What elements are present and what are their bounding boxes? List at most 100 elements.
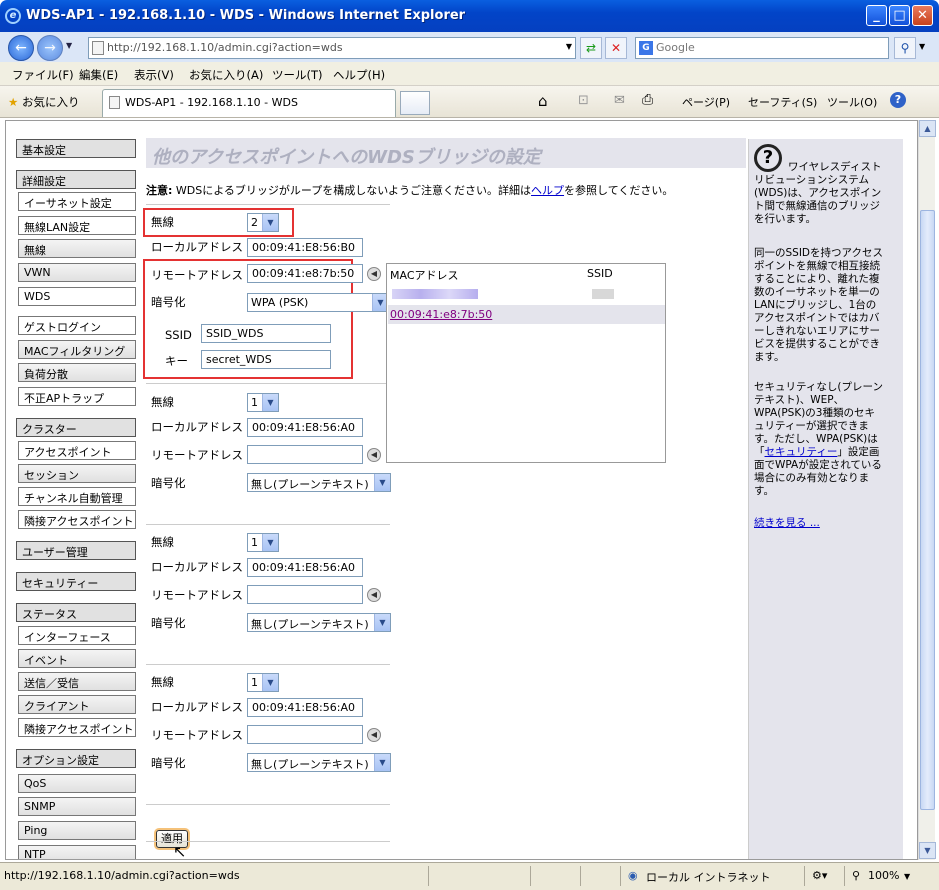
address-bar[interactable]: http://192.168.1.10/admin.cgi?action=wds bbox=[88, 37, 576, 59]
scroll-thumb[interactable] bbox=[920, 210, 935, 810]
key-field[interactable]: secret_WDS bbox=[201, 350, 331, 369]
sidebar-item-events[interactable]: イベント bbox=[18, 649, 136, 668]
sidebar-item-advanced[interactable]: 詳細設定 bbox=[16, 170, 136, 189]
radio-select-1[interactable]: 2 ▼ bbox=[247, 213, 279, 232]
radio-select-2[interactable]: 1 ▼ bbox=[247, 393, 279, 412]
menu-view[interactable]: 表示(V) bbox=[134, 67, 174, 83]
encryption-select-3[interactable]: 無し(プレーンテキスト) ▼ bbox=[247, 613, 391, 632]
sidebar-item-wireless[interactable]: 無線 bbox=[18, 239, 136, 258]
sidebar-item-neighbor-ap-status[interactable]: 隣接アクセスポイント bbox=[18, 718, 136, 737]
mac-address-list[interactable]: MACアドレス SSID 00:09:41:e8:7b:50 bbox=[386, 263, 666, 463]
sidebar-item-wds[interactable]: WDS bbox=[18, 287, 136, 306]
scroll-down-button[interactable]: ▼ bbox=[919, 842, 936, 859]
arrow-left-icon[interactable]: ◀ bbox=[367, 728, 381, 742]
security-link[interactable]: セキュリティー bbox=[765, 446, 838, 458]
stop-button[interactable]: ✕ bbox=[605, 37, 627, 59]
sidebar-item-guest-login[interactable]: ゲストログイン bbox=[18, 316, 136, 335]
sidebar-item-user-mgmt[interactable]: ユーザー管理 bbox=[16, 541, 136, 560]
zoom-level[interactable]: 100% bbox=[868, 869, 899, 882]
sidebar-item-mac-filter[interactable]: MACフィルタリング bbox=[18, 340, 136, 359]
sidebar-item-security[interactable]: セキュリティー bbox=[16, 572, 136, 591]
local-address-field-1[interactable]: 00:09:41:E8:56:B0 bbox=[247, 238, 363, 257]
refresh-button[interactable]: ⇄ bbox=[580, 37, 602, 59]
menu-file[interactable]: ファイル(F) bbox=[12, 67, 74, 83]
sidebar-item-snmp[interactable]: SNMP bbox=[18, 797, 136, 816]
protected-mode-icon[interactable]: ⚙▾ bbox=[812, 869, 827, 882]
local-address-field-3[interactable]: 00:09:41:E8:56:A0 bbox=[247, 558, 363, 577]
mac-list-item-selected[interactable]: 00:09:41:e8:7b:50 bbox=[388, 305, 665, 324]
sidebar-item-neighbor-ap[interactable]: 隣接アクセスポイント bbox=[18, 510, 136, 529]
tools-menu[interactable]: ツール(O) bbox=[827, 94, 877, 110]
radio-select-3[interactable]: 1 ▼ bbox=[247, 533, 279, 552]
read-more-link[interactable]: 続きを見る ... bbox=[754, 517, 820, 529]
back-button[interactable]: ← bbox=[8, 35, 34, 61]
divider bbox=[620, 866, 621, 886]
arrow-left-icon[interactable]: ◀ bbox=[367, 588, 381, 602]
sidebar-item-vwn[interactable]: VWN bbox=[18, 263, 136, 282]
sidebar-item-interfaces[interactable]: インターフェース bbox=[18, 626, 136, 645]
remote-address-field-2[interactable] bbox=[247, 445, 363, 464]
help-icon[interactable]: ? bbox=[890, 92, 906, 108]
help-link[interactable]: ヘルプ bbox=[531, 184, 564, 197]
encryption-select-4[interactable]: 無し(プレーンテキスト) ▼ bbox=[247, 753, 391, 772]
scroll-up-button[interactable]: ▲ bbox=[919, 120, 936, 137]
sidebar-item-load-balance[interactable]: 負荷分散 bbox=[18, 363, 136, 382]
encryption-select-1[interactable]: WPA (PSK) ▼ bbox=[247, 293, 389, 312]
mail-icon[interactable]: ✉ bbox=[614, 93, 625, 108]
ssid-field[interactable]: SSID_WDS bbox=[201, 324, 331, 343]
search-button[interactable]: ⚲ bbox=[894, 37, 916, 59]
search-input[interactable]: G Google bbox=[635, 37, 889, 59]
status-url: http://192.168.1.10/admin.cgi?action=wds bbox=[4, 869, 240, 882]
sidebar-item-basic[interactable]: 基本設定 bbox=[16, 139, 136, 158]
sidebar-item-cluster[interactable]: クラスター bbox=[16, 418, 136, 437]
sidebar-item-wlan[interactable]: 無線LAN設定 bbox=[18, 216, 136, 235]
favorites-button[interactable]: ★ お気に入り bbox=[8, 94, 79, 110]
remote-address-field-4[interactable] bbox=[247, 725, 363, 744]
sidebar-item-ntp[interactable]: NTP bbox=[18, 845, 136, 859]
sidebar-item-options[interactable]: オプション設定 bbox=[16, 749, 136, 768]
zoom-dropdown-icon[interactable]: ▼ bbox=[904, 872, 910, 881]
menu-help[interactable]: ヘルプ(H) bbox=[333, 67, 385, 83]
minimize-button[interactable]: _ bbox=[866, 5, 887, 26]
sidebar-item-access-points[interactable]: アクセスポイント bbox=[18, 441, 136, 460]
sidebar-item-rogue-ap[interactable]: 不正APトラップ bbox=[18, 387, 136, 406]
vertical-scrollbar[interactable]: ▲ ▼ bbox=[918, 120, 936, 860]
remote-address-field-3[interactable] bbox=[247, 585, 363, 604]
radio-select-4[interactable]: 1 ▼ bbox=[247, 673, 279, 692]
maximize-button[interactable]: □ bbox=[889, 5, 910, 26]
search-options-icon[interactable]: ▼ bbox=[919, 42, 925, 51]
local-address-field-4[interactable]: 00:09:41:E8:56:A0 bbox=[247, 698, 363, 717]
page-menu[interactable]: ページ(P) bbox=[682, 94, 730, 110]
sidebar-item-qos[interactable]: QoS bbox=[18, 774, 136, 793]
sidebar-item-ping[interactable]: Ping bbox=[18, 821, 136, 840]
menu-edit[interactable]: 編集(E) bbox=[79, 67, 118, 83]
home-icon[interactable]: ⌂ bbox=[538, 92, 548, 110]
arrow-left-icon[interactable]: ◀ bbox=[367, 448, 381, 462]
address-dropdown-icon[interactable]: ▼ bbox=[558, 37, 580, 59]
help-more: 続きを見る ... bbox=[754, 517, 884, 530]
sidebar-item-sessions[interactable]: セッション bbox=[18, 464, 136, 483]
close-button[interactable]: ✕ bbox=[912, 5, 933, 26]
forward-button[interactable]: → bbox=[37, 35, 63, 61]
history-dropdown-icon[interactable]: ▼ bbox=[66, 41, 72, 50]
feeds-icon[interactable]: ⊡ bbox=[578, 93, 589, 108]
menu-tools[interactable]: ツール(T) bbox=[272, 67, 323, 83]
browser-content: 基本設定 詳細設定 イーサネット設定 無線LAN設定 無線 VWN WDS ゲス… bbox=[5, 120, 918, 860]
remote-address-field-1[interactable]: 00:09:41:e8:7b:50 bbox=[247, 264, 363, 283]
arrow-left-icon[interactable]: ◀ bbox=[367, 267, 381, 281]
new-tab-button[interactable] bbox=[400, 91, 430, 115]
menu-favorites[interactable]: お気に入り(A) bbox=[189, 67, 263, 83]
sidebar-item-status[interactable]: ステータス bbox=[16, 603, 136, 622]
safety-menu[interactable]: セーフティ(S) bbox=[748, 94, 817, 110]
tab-active[interactable]: WDS-AP1 - 192.168.1.10 - WDS bbox=[102, 89, 396, 117]
sidebar-item-ethernet[interactable]: イーサネット設定 bbox=[18, 192, 136, 211]
mac-link[interactable]: 00:09:41:e8:7b:50 bbox=[390, 308, 492, 321]
print-icon[interactable]: ⎙ bbox=[642, 92, 653, 108]
local-address-field-2[interactable]: 00:09:41:E8:56:A0 bbox=[247, 418, 363, 437]
radio-label: 無線 bbox=[151, 395, 174, 409]
sidebar-item-clients[interactable]: クライアント bbox=[18, 695, 136, 714]
blurred-mac-entry[interactable] bbox=[392, 289, 478, 299]
sidebar-item-channel-mgmt[interactable]: チャンネル自動管理 bbox=[18, 487, 136, 506]
encryption-select-2[interactable]: 無し(プレーンテキスト) ▼ bbox=[247, 473, 391, 492]
sidebar-item-tx-rx[interactable]: 送信／受信 bbox=[18, 672, 136, 691]
